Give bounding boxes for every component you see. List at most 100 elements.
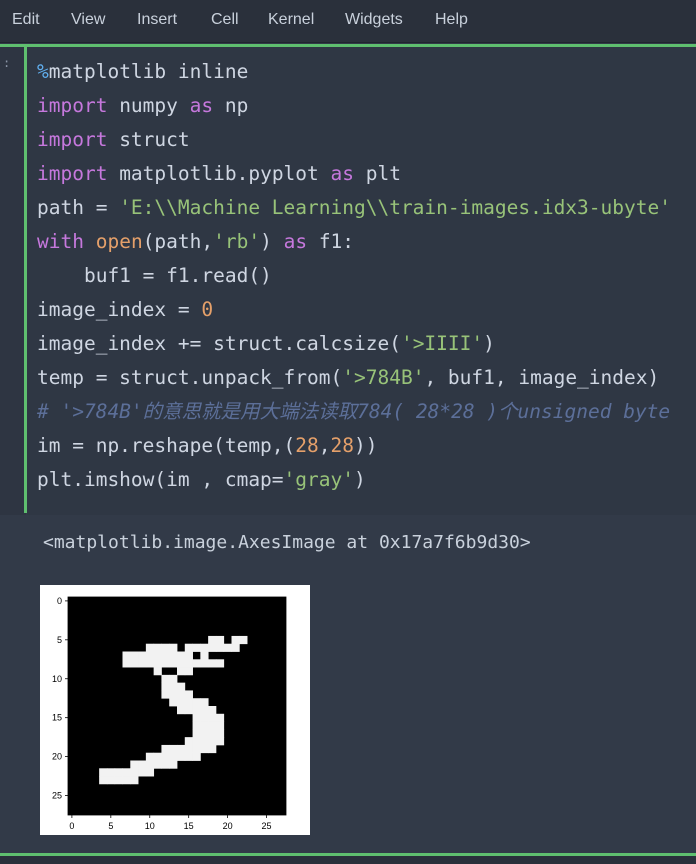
code-token: import: [37, 162, 108, 185]
pixel-cell: [223, 643, 232, 652]
pixel-cell: [153, 752, 162, 761]
code-line[interactable]: temp = struct.unpack_from('>784B', buf1,…: [37, 361, 659, 395]
pixel-cell: [161, 651, 170, 660]
pixel-cell: [239, 635, 248, 645]
cell-selection-indicator: [24, 47, 27, 513]
pixel-cell: [161, 760, 170, 769]
pixel-cell: [169, 674, 178, 684]
code-line[interactable]: %matplotlib inline: [37, 55, 248, 89]
x-tick-label: 0: [69, 821, 74, 831]
code-token: matplotlib inline: [48, 60, 249, 83]
code-line[interactable]: path = 'E:\\Machine Learning\\train-imag…: [37, 191, 671, 225]
pixel-cell: [200, 744, 209, 754]
pixel-cell: [145, 768, 155, 777]
code-line[interactable]: im = np.reshape(temp,(28,28)): [37, 429, 377, 463]
code-token: image_index =: [37, 298, 202, 321]
menu-help[interactable]: Help: [435, 11, 468, 29]
pixel-cell: [161, 643, 170, 652]
pixel-cell: [200, 659, 209, 668]
pixel-cell: [161, 659, 170, 668]
pixel-cell: [208, 659, 217, 668]
menu-widgets[interactable]: Widgets: [345, 11, 403, 29]
pixel-cell: [169, 752, 178, 761]
pixel-cell: [192, 737, 201, 746]
pixel-cell: [169, 698, 178, 707]
code-line[interactable]: import struct: [37, 123, 190, 157]
pixel-cell: [145, 752, 155, 761]
code-token: 'rb': [213, 230, 261, 253]
menu-kernel[interactable]: Kernel: [268, 11, 314, 29]
code-token: path =: [37, 196, 120, 219]
pixel-cell: [177, 706, 186, 715]
code-line[interactable]: with open(path,'rb') as f1:: [37, 225, 354, 259]
pixel-cell: [161, 690, 170, 699]
code-token: import: [37, 128, 108, 151]
code-line[interactable]: buf1 = f1.read(): [37, 259, 272, 293]
code-token: image_index += struct.calcsize(: [37, 332, 401, 355]
pixel-cell: [177, 667, 186, 676]
pixel-cell: [169, 690, 178, 699]
menu-insert[interactable]: Insert: [137, 11, 177, 29]
x-tick-label: 20: [223, 821, 233, 831]
pixel-cell: [161, 744, 170, 754]
menu-view[interactable]: View: [71, 11, 105, 29]
code-line[interactable]: plt.imshow(im , cmap='gray'): [37, 463, 366, 497]
pixel-cell: [153, 760, 162, 769]
code-token: 'E:\\Machine Learning\\train-images.idx3…: [119, 196, 671, 219]
next-cell[interactable]: [0, 856, 696, 864]
pixel-cell: [208, 744, 217, 754]
code-line[interactable]: import matplotlib.pyplot as plt: [37, 157, 401, 191]
pixel-cell: [169, 651, 178, 660]
code-token: with: [37, 230, 84, 253]
code-token: ): [260, 230, 284, 253]
pixel-cell: [200, 706, 209, 715]
menu-cell[interactable]: Cell: [211, 11, 239, 29]
code-line[interactable]: import numpy as np: [37, 89, 248, 123]
code-token: # '>784B'的意思就是用大端法读取784( 28*28 )个unsigne…: [37, 400, 671, 423]
y-tick-label: 10: [52, 674, 62, 684]
pixel-cell: [192, 713, 201, 722]
pixel-cell: [122, 776, 131, 785]
code-line[interactable]: # '>784B'的意思就是用大端法读取784( 28*28 )个unsigne…: [37, 395, 670, 429]
code-token: 'gray': [283, 468, 354, 491]
pixel-cell: [169, 643, 178, 652]
code-token: ): [483, 332, 495, 355]
y-tick-label: 15: [52, 713, 62, 723]
pixel-cell: [153, 667, 162, 676]
pixel-cell: [169, 760, 178, 769]
pixel-cell: [169, 744, 178, 754]
pixel-cell: [138, 760, 147, 769]
code-cell-editor[interactable]: %matplotlib inline import numpy as np impo…: [27, 47, 696, 515]
pixel-cell: [177, 682, 186, 691]
pixel-cell: [215, 659, 225, 668]
pixel-cell: [122, 651, 131, 660]
pixel-cell: [208, 737, 217, 746]
menu-edit[interactable]: Edit: [12, 11, 40, 29]
code-token: plt.imshow(im , cmap=: [37, 468, 284, 491]
pixel-cell: [161, 752, 170, 761]
pixel-cell: [177, 744, 186, 754]
pixel-cell: [200, 729, 209, 738]
pixel-cell: [122, 768, 131, 777]
y-tick-label: 20: [52, 752, 62, 762]
code-line[interactable]: image_index += struct.calcsize('>IIII'): [37, 327, 495, 361]
code-token: as: [189, 94, 214, 117]
pixel-cell: [192, 744, 201, 754]
x-tick-label: 25: [262, 821, 272, 831]
pixel-cell: [200, 643, 209, 652]
code-token: 0: [201, 298, 214, 321]
pixel-cell: [184, 690, 193, 699]
pixel-cell: [208, 729, 217, 738]
code-token: %: [37, 60, 49, 83]
pixel-cell: [184, 737, 193, 746]
code-token: np: [213, 94, 249, 117]
code-line[interactable]: image_index = 0: [37, 293, 213, 327]
pixel-cell: [114, 776, 123, 785]
pixel-cell: [145, 651, 155, 660]
pixel-cell: [184, 698, 193, 707]
pixel-cell: [99, 768, 108, 777]
pixel-cell: [215, 721, 225, 730]
pixel-cell: [153, 659, 162, 668]
pixel-cell: [138, 659, 147, 668]
